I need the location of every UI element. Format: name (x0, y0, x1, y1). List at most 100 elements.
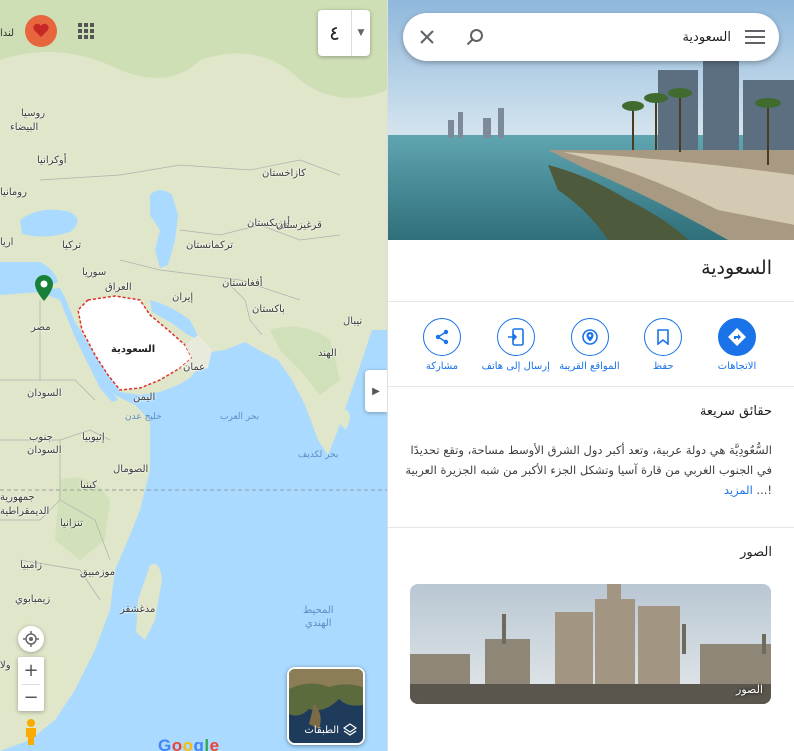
nearby-icon (581, 329, 598, 345)
layers-icon (343, 723, 357, 736)
map-label-russia: روسيا (21, 108, 46, 119)
share-icon (435, 329, 449, 345)
bookmark-icon (657, 329, 670, 345)
zoom-out-button[interactable]: − (18, 685, 44, 712)
layers-label-group: الطبقات (304, 723, 357, 737)
apps-button[interactable] (72, 17, 100, 45)
x-icon (420, 30, 434, 44)
map-label-romania: رومانيا (0, 187, 27, 198)
quick-facts-title: حقائق سريعة (699, 404, 772, 419)
zoom-in-button[interactable]: + (18, 657, 44, 684)
divider (388, 386, 794, 387)
menu-icon[interactable] (731, 13, 779, 61)
search-bar (403, 13, 779, 61)
map-label-mozambique: موزمبيق (80, 567, 116, 578)
share-button[interactable]: مشاركة (406, 318, 478, 378)
map-label-arabian-sea: بحر العرب (220, 412, 260, 422)
close-icon[interactable] (403, 13, 451, 61)
avatar-icon (33, 23, 49, 37)
quick-facts-body: السُّعُودِيَّة هي دولة عربية، وتعد أكبر … (405, 443, 772, 497)
zoom-controls: + − (18, 657, 44, 711)
map-label-bulgaria: اريا (0, 237, 14, 248)
photos-card[interactable]: الصور (410, 584, 771, 704)
map-label-drc-2: الديمقراطية (0, 506, 50, 517)
map-background (0, 0, 387, 751)
map-label-ukraine: أوكرانيا (37, 155, 67, 166)
send-to-phone-button[interactable]: إرسال إلى هاتف (480, 318, 552, 378)
map-label-indian-ocean-2: الهندي (305, 618, 332, 629)
search-input[interactable] (499, 13, 731, 61)
chevron-down-icon: ▼ (357, 28, 365, 38)
save-button-circle (644, 318, 683, 356)
map-label-sudan: السودان (27, 388, 62, 399)
place-pin-icon[interactable] (35, 275, 53, 301)
directions-icon (728, 328, 746, 346)
map-label-ethiopia: إثيوبيا (82, 432, 105, 443)
map-label-pakistan: باكستان (252, 304, 285, 315)
map-canvas[interactable]: كازاخستان أوزبكستان قرغيزستان تركمانستان… (0, 0, 387, 751)
share-label: مشاركة (425, 361, 459, 372)
map-label-belarus: البيضاء (10, 122, 39, 133)
map-label-south-sudan-1: جنوب (29, 432, 53, 443)
action-buttons: الاتجاهات حفظ المواقع القريبة إرسال إلى … (388, 318, 794, 378)
map-label-iran: إيران (172, 292, 194, 303)
save-button[interactable]: حفظ (627, 318, 699, 378)
chevron-right-icon: ▶ (372, 385, 380, 397)
map-label-indian-ocean: المحيط الهندي (303, 604, 334, 630)
map-label-oman: عمان (183, 362, 206, 373)
map-label-iraq: العراق (105, 282, 132, 293)
layers-label: الطبقات (304, 724, 339, 736)
search-icon[interactable] (451, 13, 499, 61)
layers-button[interactable]: الطبقات (287, 667, 365, 745)
map-label-kazakhstan: كازاخستان (262, 168, 306, 179)
google-logo: Google (158, 736, 220, 751)
nearby-button[interactable]: المواقع القريبة (554, 318, 626, 378)
directions-button[interactable]: الاتجاهات (701, 318, 773, 378)
pegman-icon[interactable] (20, 718, 42, 746)
more-link[interactable]: المزيد (724, 483, 753, 497)
send-to-phone-button-circle (496, 318, 535, 356)
map-label-saudi[interactable]: السعودية (111, 344, 155, 355)
nearby-button-circle (570, 318, 609, 356)
directions-button-circle (718, 318, 756, 356)
map-label-kyrgyzstan: قرغيزستان (276, 220, 322, 231)
divider (388, 527, 794, 528)
collapse-panel-button[interactable]: ▶ (365, 370, 387, 412)
map-label-angola: ولا (0, 660, 11, 671)
place-panel: السعودية الاتجاهات حفظ (387, 0, 794, 751)
map-label-india: الهند (318, 348, 337, 359)
map-label-kenya: كينيا (80, 480, 97, 491)
quick-facts-text: السُّعُودِيَّة هي دولة عربية، وتعد أكبر … (402, 440, 772, 500)
apps-grid-icon (78, 23, 94, 39)
map-label-syria: سوريا (82, 267, 107, 278)
my-location-button[interactable] (18, 626, 44, 652)
place-hero-photo[interactable] (388, 0, 794, 240)
nearby-label: المواقع القريبة (559, 361, 620, 372)
language-toggle-label: ٤ (318, 10, 352, 56)
map-label-turkmenistan: تركمانستان (186, 240, 234, 251)
map-label-gulf-aden: خليج عدن (125, 412, 162, 422)
divider (388, 301, 794, 302)
map-label-indian-ocean-1: المحيط (303, 605, 334, 616)
map-label-yemen: اليمن (133, 392, 156, 403)
map-label-south-sudan-2: السودان (27, 445, 62, 456)
map-label-laccadive: بحر لكديف (298, 450, 339, 460)
photos-caption: الصور (736, 683, 763, 696)
map-label-tanzania: تنزانيا (60, 518, 83, 529)
directions-label: الاتجاهات (717, 361, 757, 372)
photo-image (410, 584, 771, 704)
magnifier-icon (466, 29, 483, 46)
place-title: السعودية (701, 257, 772, 279)
map-label-turkey: تركيا (62, 240, 82, 251)
language-toggle[interactable]: ٤ ▼ (318, 10, 370, 56)
hamburger-icon (745, 30, 765, 44)
map-label-zambia: زامبيا (20, 560, 43, 571)
account-avatar[interactable] (25, 15, 57, 47)
map-label-drc-1: جمهورية (0, 492, 35, 503)
save-label: حفظ (652, 361, 674, 372)
map-label-zimbabwe: زيمبابوي (15, 594, 51, 605)
location-target-icon (23, 631, 39, 647)
send-to-phone-icon (507, 328, 524, 346)
map-label-somalia: الصومال (113, 464, 149, 475)
map-label-nepal: نيبال (343, 316, 363, 327)
